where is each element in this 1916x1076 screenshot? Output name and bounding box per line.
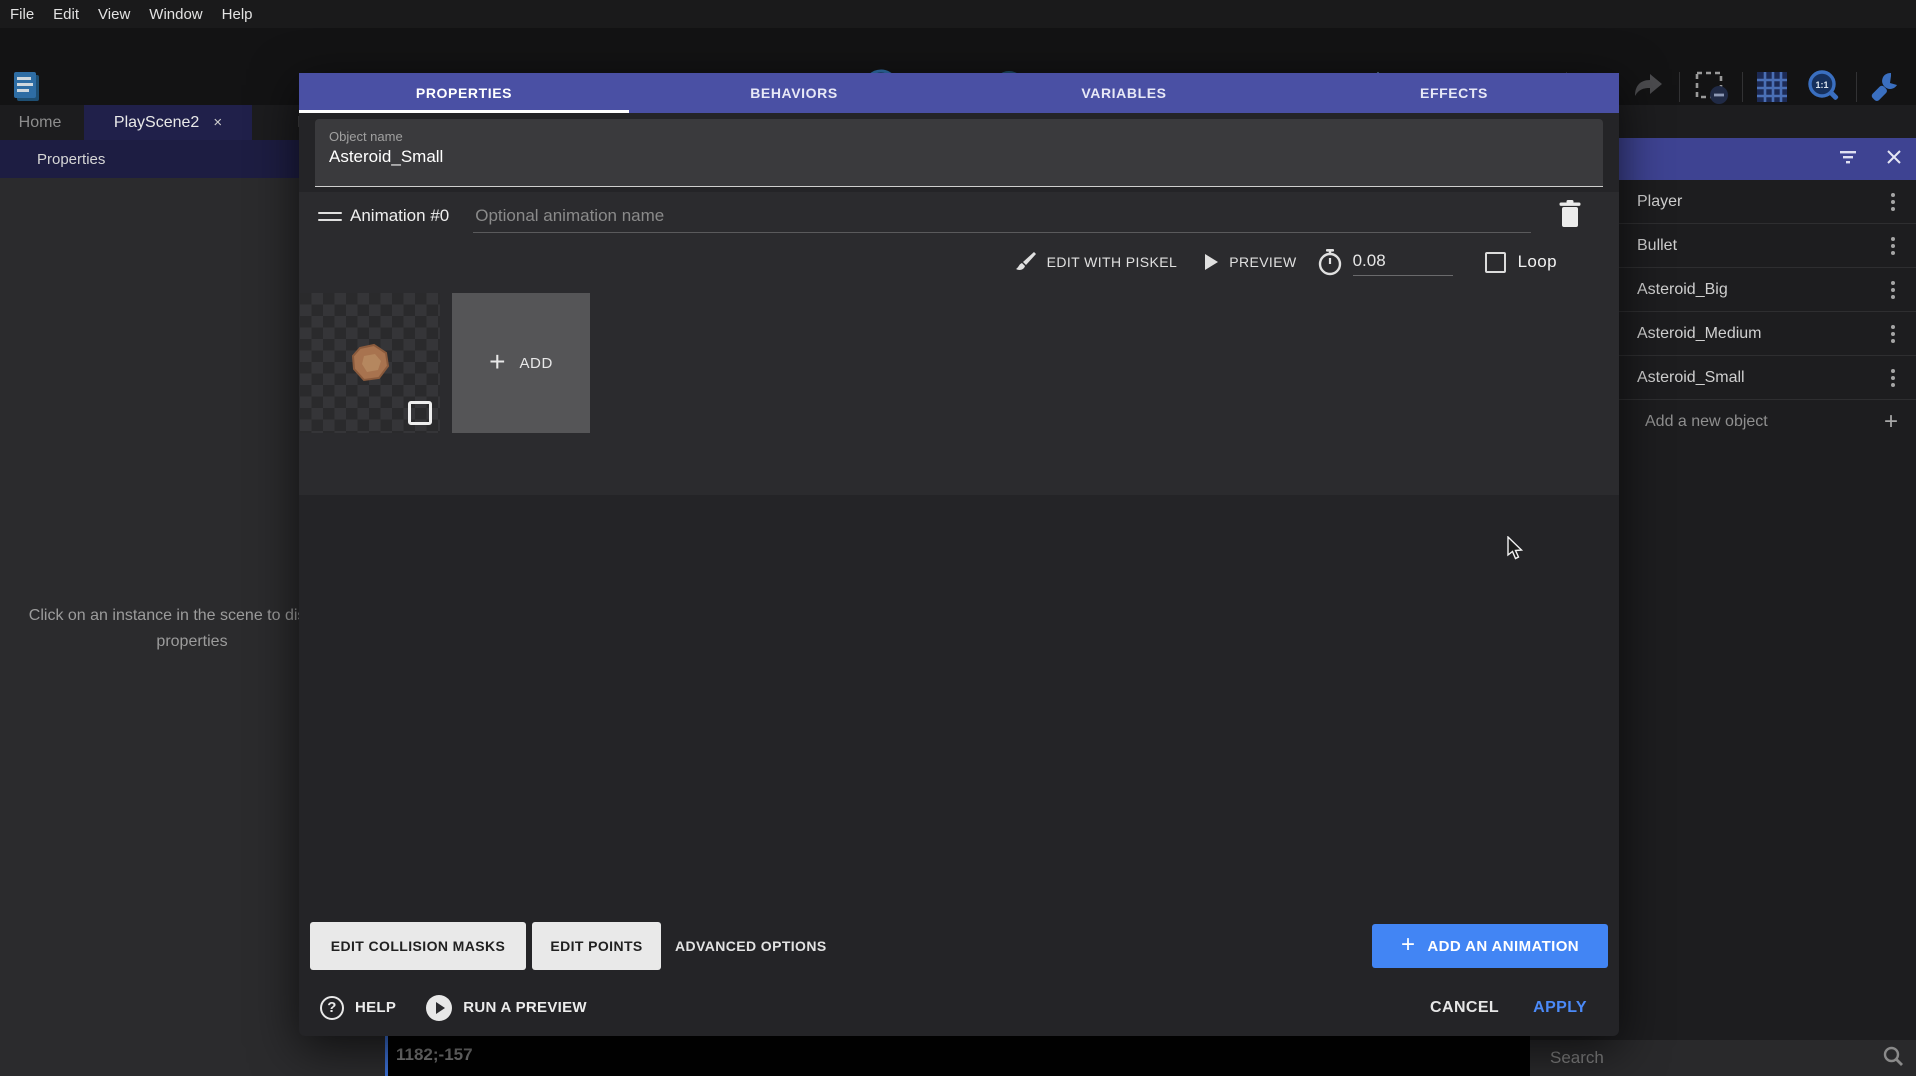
edit-with-piskel-label: EDIT WITH PISKEL: [1047, 254, 1178, 270]
animation-controls: EDIT WITH PISKEL PREVIEW: [299, 240, 1619, 284]
plus-icon: +: [1884, 408, 1898, 436]
mouse-cursor: [1505, 536, 1525, 567]
frame-thumbnail[interactable]: [300, 293, 440, 433]
object-menu-icon[interactable]: [1884, 281, 1902, 299]
preview-animation-label: PREVIEW: [1229, 254, 1296, 270]
object-name: Asteroid_Small: [1637, 369, 1884, 387]
tab-effects[interactable]: EFFECTS: [1289, 73, 1619, 113]
advanced-options-button[interactable]: ADVANCED OPTIONS: [675, 922, 827, 970]
help-icon: ?: [320, 996, 344, 1020]
close-panel-icon[interactable]: [1886, 149, 1902, 170]
tab-home-label: Home: [19, 114, 62, 132]
toolbar-divider: [1742, 72, 1743, 102]
settings-wrench-icon[interactable]: [1866, 68, 1904, 106]
object-name: Asteroid_Big: [1637, 281, 1884, 299]
redo-icon[interactable]: [1629, 68, 1667, 106]
time-between-frames: [1317, 248, 1453, 276]
frame-select-checkbox[interactable]: [408, 401, 432, 425]
object-name-label: Object name: [315, 119, 1603, 144]
tab-home[interactable]: Home: [0, 105, 80, 140]
loop-checkbox[interactable]: [1485, 252, 1506, 273]
objects-search-bar: [1530, 1040, 1916, 1076]
menu-help[interactable]: Help: [222, 6, 253, 23]
object-editor-dialog: PROPERTIES BEHAVIORS VARIABLES EFFECTS O…: [299, 73, 1619, 1036]
animation-title: Animation #0: [350, 206, 449, 226]
object-name-input[interactable]: [329, 147, 1569, 167]
menu-window[interactable]: Window: [149, 6, 202, 23]
animation-name-input[interactable]: [473, 200, 1531, 233]
menu-edit[interactable]: Edit: [53, 6, 79, 23]
play-circle-icon: [426, 995, 452, 1021]
properties-panel-title: Properties: [37, 151, 105, 168]
edit-with-piskel-button[interactable]: EDIT WITH PISKEL: [1013, 250, 1178, 274]
tab-behaviors[interactable]: BEHAVIORS: [629, 73, 959, 113]
apply-button[interactable]: APPLY: [1533, 999, 1587, 1017]
help-button[interactable]: ? HELP: [320, 996, 396, 1020]
filter-icon[interactable]: [1838, 149, 1858, 170]
stopwatch-icon: [1317, 248, 1343, 276]
add-an-animation-button[interactable]: + ADD AN ANIMATION: [1372, 924, 1608, 968]
search-icon: [1882, 1045, 1904, 1072]
object-name: Player: [1637, 193, 1884, 211]
object-name: Bullet: [1637, 237, 1884, 255]
object-name-field: Object name: [315, 119, 1603, 187]
dialog-footer: ? HELP RUN A PREVIEW CANCEL APPLY: [299, 985, 1619, 1030]
tab-variables[interactable]: VARIABLES: [959, 73, 1289, 113]
gdevelop-window: File Edit View Window Help: [0, 0, 1916, 1076]
objects-search-input[interactable]: [1550, 1048, 1882, 1068]
add-frame-button[interactable]: + ADD: [452, 293, 590, 433]
object-menu-icon[interactable]: [1884, 193, 1902, 211]
menu-view[interactable]: View: [98, 6, 130, 23]
dialog-tab-bar: PROPERTIES BEHAVIORS VARIABLES EFFECTS: [299, 73, 1619, 113]
brush-icon: [1013, 250, 1037, 274]
menu-bar: File Edit View Window Help: [0, 0, 1916, 28]
cursor-coordinates: 1182;-157: [396, 1045, 473, 1065]
drag-handle-icon[interactable]: [318, 212, 342, 221]
delete-animation-icon[interactable]: [1557, 199, 1583, 234]
add-an-animation-label: ADD AN ANIMATION: [1427, 938, 1579, 955]
plus-icon: +: [489, 348, 505, 376]
object-name: Asteroid_Medium: [1637, 325, 1884, 343]
run-a-preview-button[interactable]: RUN A PREVIEW: [426, 995, 587, 1021]
run-a-preview-label: RUN A PREVIEW: [463, 999, 587, 1016]
grid-icon[interactable]: [1753, 68, 1791, 106]
plus-icon: +: [1401, 933, 1415, 957]
toolbar-divider: [1679, 72, 1680, 102]
tab-playscene2-label: PlayScene2: [114, 114, 199, 132]
edit-collision-masks-button[interactable]: EDIT COLLISION MASKS: [310, 922, 526, 970]
toolbar-divider: [1856, 72, 1857, 102]
add-new-object-label: Add a new object: [1645, 413, 1884, 431]
cancel-button[interactable]: CANCEL: [1430, 999, 1499, 1017]
loop-label: Loop: [1518, 252, 1557, 272]
loop-toggle[interactable]: Loop: [1485, 252, 1557, 273]
tab-playscene2[interactable]: PlayScene2 ×: [84, 105, 252, 140]
add-frame-label: ADD: [519, 355, 552, 372]
render-mask-icon[interactable]: [1692, 68, 1730, 106]
help-label: HELP: [355, 999, 396, 1016]
tab-close-icon[interactable]: ×: [213, 114, 222, 131]
animation-frames: + ADD: [299, 293, 1619, 433]
play-icon: [1203, 253, 1219, 271]
time-between-frames-input[interactable]: [1353, 249, 1453, 276]
object-menu-icon[interactable]: [1884, 237, 1902, 255]
menu-file[interactable]: File: [10, 6, 34, 23]
edit-points-button[interactable]: EDIT POINTS: [532, 922, 661, 970]
object-menu-icon[interactable]: [1884, 369, 1902, 387]
svg-text:1:1: 1:1: [1815, 80, 1828, 90]
dialog-action-row: EDIT COLLISION MASKS EDIT POINTS ADVANCE…: [299, 922, 1619, 970]
tab-properties[interactable]: PROPERTIES: [299, 73, 629, 113]
animation-card: Animation #0 EDIT WITH PISKEL: [299, 192, 1619, 495]
zoom-one-to-one-icon[interactable]: 1:1: [1805, 68, 1843, 106]
preview-animation-button[interactable]: PREVIEW: [1203, 253, 1296, 271]
animation-header: Animation #0: [299, 192, 1619, 240]
project-manager-icon[interactable]: [8, 68, 46, 106]
object-menu-icon[interactable]: [1884, 325, 1902, 343]
